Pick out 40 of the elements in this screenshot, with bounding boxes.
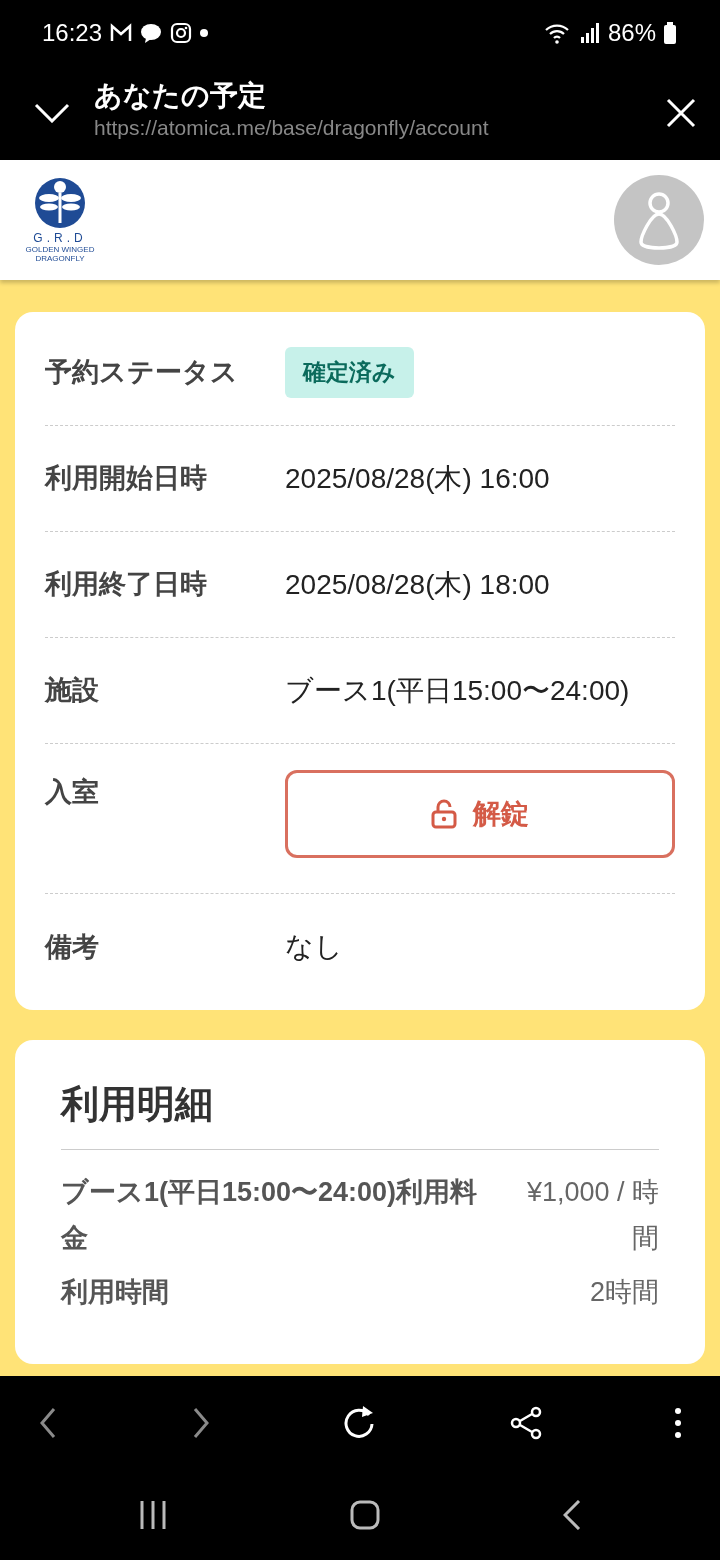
field-label: 予約ステータス — [45, 356, 239, 390]
field-label: 入室 — [45, 776, 100, 809]
close-icon — [666, 97, 696, 128]
battery-icon — [664, 21, 676, 44]
signal-icon — [579, 21, 600, 44]
recent-apps-icon — [139, 1500, 168, 1530]
field-value: 2025/08/28(木) 16:00 — [285, 461, 550, 496]
logo-tagline: GOLDEN WINGED DRAGONFLY — [25, 245, 95, 264]
field-value: なし — [285, 930, 343, 964]
logo[interactable]: G.R.D GOLDEN WINGED DRAGONFLY — [24, 176, 96, 264]
field-value: 2025/08/28(木) 18:00 — [285, 567, 550, 602]
line-item-label: 利用時間 — [61, 1275, 169, 1309]
person-icon — [637, 190, 681, 250]
field-label: 施設 — [45, 674, 100, 708]
lock-icon — [431, 799, 457, 829]
camera-icon — [170, 21, 193, 44]
status-badge: 確定済み — [285, 347, 414, 398]
dragonfly-logo-icon — [34, 176, 86, 229]
notification-dot-icon — [200, 28, 209, 37]
line-item-value: 2時間 — [589, 1275, 659, 1309]
unlock-button[interactable]: 解錠 — [285, 770, 675, 858]
home-icon — [350, 1500, 380, 1530]
section-title: 利用明細 — [61, 1076, 659, 1150]
line-item-value: ¥1,000 / 時間 — [525, 1176, 659, 1255]
clock: 16:23 — [42, 17, 103, 48]
field-value: ブース1(平日15:00〜24:00) — [285, 673, 630, 708]
close-button[interactable] — [666, 97, 696, 128]
field-label: 利用終了日時 — [45, 568, 208, 602]
chat-icon — [140, 22, 163, 43]
line-item-label: ブース1(平日15:00〜24:00)利用料金 — [61, 1176, 479, 1255]
page-title: あなたの予定 — [94, 81, 267, 113]
collapse-button[interactable] — [34, 102, 70, 123]
url-text: https://atomica.me/base/dragonfly/account — [94, 115, 490, 142]
chevron-down-icon — [34, 102, 70, 123]
battery-percentage: 86% — [607, 17, 656, 48]
field-label: 利用開始日時 — [45, 462, 208, 496]
mail-icon — [110, 22, 133, 43]
field-label: 備考 — [45, 930, 100, 964]
logo-text: G.R.D — [33, 231, 87, 244]
back-icon — [562, 1500, 581, 1530]
